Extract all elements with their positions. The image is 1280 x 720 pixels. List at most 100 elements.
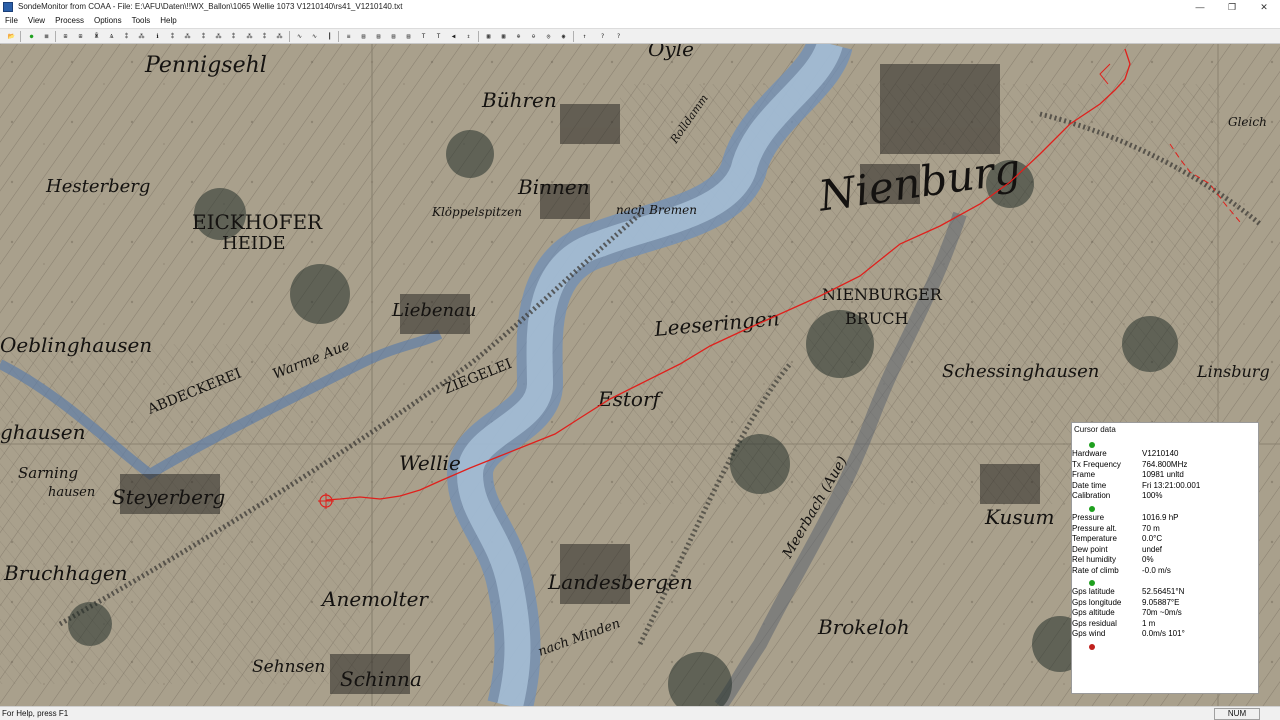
cursor-row-value: 0.0m/s 101° <box>1142 629 1185 639</box>
cursor-data-title: Cursor data <box>1074 425 1116 434</box>
menu-bar: File View Process Options Tools Help <box>0 14 1280 28</box>
cursor-row-label: Gps wind <box>1072 629 1106 639</box>
cursor-row-label: Frame <box>1072 470 1096 480</box>
menu-file[interactable]: File <box>0 14 23 28</box>
toolbar-stop-button[interactable]: ■ <box>41 31 52 42</box>
menu-help[interactable]: Help <box>155 14 181 28</box>
toolbar-list-button[interactable]: ≡ <box>343 31 354 42</box>
alarm-status-icon <box>1089 644 1095 650</box>
cursor-row-value: 1016.9 hP <box>1142 513 1179 522</box>
toolbar-view8-button[interactable]: ⁑ <box>167 31 178 42</box>
map-label-binnen: Binnen <box>517 175 590 199</box>
toolbar-target-button[interactable]: ◎ <box>543 31 554 42</box>
toolbar-view9-button[interactable]: ⁂ <box>182 31 193 42</box>
toolbar-grid2-button[interactable]: ▤ <box>373 31 384 42</box>
toolbar-sound-button[interactable]: ◀ <box>448 31 459 42</box>
toolbar-temp-button[interactable]: T <box>418 31 429 42</box>
toolbar-grid3-button[interactable]: ▤ <box>388 31 399 42</box>
toolbar-view11-button[interactable]: ⁂ <box>213 31 224 42</box>
cursor-row-frame: Frame 10981 unltd <box>1072 470 1258 480</box>
toolbar-zoom2-button[interactable]: ⊖ <box>528 31 539 42</box>
toolbar-view1-button[interactable]: ⊞ <box>60 31 71 42</box>
toolbar-map2-button[interactable]: ▦ <box>498 31 509 42</box>
toolbar-globe-button[interactable]: ◉ <box>558 31 569 42</box>
toolbar-view4-button[interactable]: Ѧ <box>106 31 117 42</box>
toolbar-scale-button[interactable]: ⇕ <box>463 31 474 42</box>
menu-options[interactable]: Options <box>89 14 127 28</box>
map-label-anemolter: Anemolter <box>320 587 429 611</box>
toolbar-view13-button[interactable]: ⁂ <box>244 31 255 42</box>
cursor-row-label: Gps residual <box>1072 618 1117 628</box>
cursor-row-label: Date time <box>1072 480 1107 490</box>
sensor-status-icon <box>1089 506 1095 512</box>
cursor-row-value: 0% <box>1142 555 1154 565</box>
cursor-row-gps-longitude: Gps longitude 9.05887°E <box>1072 598 1258 608</box>
toolbar-view6-button[interactable]: ⁂ <box>136 31 147 42</box>
toolbar-start-button[interactable]: ● <box>26 31 37 42</box>
cursor-row-label: Dew point <box>1072 544 1108 554</box>
toolbar-view2-button[interactable]: ⊞ <box>75 31 86 42</box>
cursor-row-value: 100% <box>1142 491 1163 501</box>
toolbar-view14-button[interactable]: ⁑ <box>259 31 270 42</box>
toolbar-wave-button[interactable]: ∿ <box>294 31 305 42</box>
map-label-liebenau: Liebenau <box>391 300 476 321</box>
cursor-data-panel: Cursor data Hardware V1210140 Tx Frequency… <box>1071 422 1259 694</box>
cursor-row-label: Calibration <box>1072 491 1111 501</box>
cursor-row-label: Temperature <box>1072 534 1117 544</box>
cursor-row-value: Fri 13:21:00.001 <box>1142 480 1201 490</box>
cursor-row-label: Gps latitude <box>1072 587 1115 596</box>
cursor-row-label: Tx Frequency <box>1072 459 1121 469</box>
cursor-row-date-time: Date time Fri 13:21:00.001 <box>1072 481 1258 491</box>
map-label-hesterberg: Hesterberg <box>45 176 150 197</box>
toolbar-view10-button[interactable]: ⁑ <box>198 31 209 42</box>
close-button[interactable]: ✕ <box>1248 0 1280 14</box>
map-label-linsburg: Linsburg <box>1196 362 1270 381</box>
cursor-row-tx-frequency: Tx Frequency 764.800MHz <box>1072 460 1258 470</box>
menu-view[interactable]: View <box>23 14 50 28</box>
toolbar-view5-button[interactable]: ⁑ <box>121 31 132 42</box>
toolbar-open-button[interactable]: 📂 <box>6 31 17 42</box>
window-controls: — ❐ ✕ <box>1184 0 1280 14</box>
toolbar-wave2-button[interactable]: ∿ <box>309 31 320 42</box>
toolbar-separator <box>55 31 56 42</box>
toolbar-zoom-button[interactable]: ⊕ <box>513 31 524 42</box>
toolbar-help-button[interactable]: ? <box>597 31 608 42</box>
cursor-row-value: 9.05887°E <box>1142 597 1180 607</box>
restore-button[interactable]: ❐ <box>1216 0 1248 14</box>
map-label-ghausen: ghausen <box>0 420 85 444</box>
status-help-text: For Help, press F1 <box>2 709 69 718</box>
cursor-row-dew-point: Dew point undef <box>1072 545 1258 555</box>
toolbar-view7-button[interactable]: ℹ <box>152 31 163 42</box>
cursor-row-label: Rel humidity <box>1072 555 1117 565</box>
cursor-row-value: 52.56451°N <box>1142 587 1185 596</box>
map-label-nach-bremen: nach Bremen <box>616 203 697 217</box>
window-title: SondeMonitor from COAA - File: E:\AFU\Da… <box>18 2 403 11</box>
toolbar-marker-button[interactable]: ┃ <box>324 31 335 42</box>
menu-tools[interactable]: Tools <box>127 14 156 28</box>
map-label-hausen: hausen <box>48 485 95 500</box>
map-label-kloeppelspitzen: Klöppelspitzen <box>431 205 522 219</box>
toolbar-temp2-button[interactable]: T <box>433 31 444 42</box>
minimize-button[interactable]: — <box>1184 0 1216 14</box>
map-label-bruchhagen: Bruchhagen <box>3 561 128 585</box>
toolbar-view15-button[interactable]: ⁂ <box>274 31 285 42</box>
toolbar-view3-button[interactable]: Ӂ <box>91 31 102 42</box>
gps-status-icon <box>1089 580 1095 586</box>
cursor-row-label: Pressure alt. <box>1072 523 1117 533</box>
toolbar-map-button[interactable]: ▦ <box>483 31 494 42</box>
map-label-eickhofer: EICKHOFER <box>192 210 323 234</box>
map-label-bruch: BRUCH <box>845 309 909 328</box>
toolbar-help2-button[interactable]: ? <box>613 31 624 42</box>
map-label-estorf: Estorf <box>597 387 664 411</box>
cursor-row-value: 764.800MHz <box>1142 459 1188 469</box>
map-label-steyerberg: Steyerberg <box>112 485 225 509</box>
cursor-row-value: -0.0 m/s <box>1142 566 1171 575</box>
cursor-row-label: Hardware <box>1072 449 1107 458</box>
toolbar-grid-button[interactable]: ▤ <box>358 31 369 42</box>
cursor-row-value: 1 m <box>1142 618 1156 628</box>
toolbar-up-button[interactable]: ↑ <box>579 31 590 42</box>
toolbar-view12-button[interactable]: ⁑ <box>228 31 239 42</box>
toolbar-grid4-button[interactable]: ▤ <box>403 31 414 42</box>
menu-process[interactable]: Process <box>50 14 89 28</box>
cursor-row-value: undef <box>1142 544 1163 554</box>
